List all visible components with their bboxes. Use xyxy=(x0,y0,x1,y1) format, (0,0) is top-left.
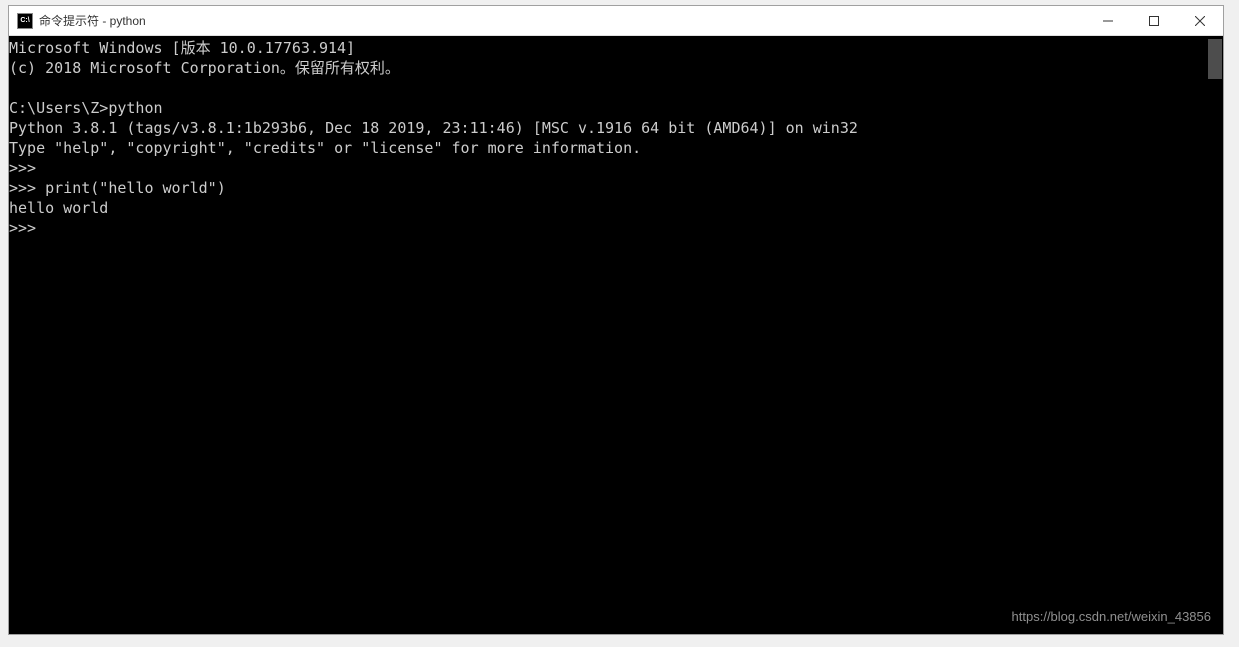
terminal-line: Type "help", "copyright", "credits" or "… xyxy=(9,138,1223,158)
titlebar[interactable]: C:\ 命令提示符 - python xyxy=(9,6,1223,36)
maximize-button[interactable] xyxy=(1131,6,1177,35)
minimize-icon xyxy=(1103,16,1113,26)
cmd-window: C:\ 命令提示符 - python Microsoft Windows [版本… xyxy=(8,5,1224,635)
terminal-line: >>> print("hello world") xyxy=(9,178,1223,198)
minimize-button[interactable] xyxy=(1085,6,1131,35)
window-title: 命令提示符 - python xyxy=(39,12,1085,29)
window-controls xyxy=(1085,6,1223,35)
terminal-line: hello world xyxy=(9,198,1223,218)
terminal-line: Python 3.8.1 (tags/v3.8.1:1b293b6, Dec 1… xyxy=(9,118,1223,138)
terminal-line: >>> xyxy=(9,158,1223,178)
maximize-icon xyxy=(1149,16,1159,26)
cmd-icon-text: C:\ xyxy=(20,17,29,24)
close-icon xyxy=(1195,16,1205,26)
cmd-icon: C:\ xyxy=(17,13,33,29)
terminal-output[interactable]: Microsoft Windows [版本 10.0.17763.914](c)… xyxy=(9,36,1223,634)
terminal-line: (c) 2018 Microsoft Corporation。保留所有权利。 xyxy=(9,58,1223,78)
scrollbar-thumb[interactable] xyxy=(1208,39,1222,79)
terminal-line: Microsoft Windows [版本 10.0.17763.914] xyxy=(9,38,1223,58)
terminal-line xyxy=(9,78,1223,98)
terminal-line: C:\Users\Z>python xyxy=(9,98,1223,118)
close-button[interactable] xyxy=(1177,6,1223,35)
terminal-line: >>> xyxy=(9,218,1223,238)
